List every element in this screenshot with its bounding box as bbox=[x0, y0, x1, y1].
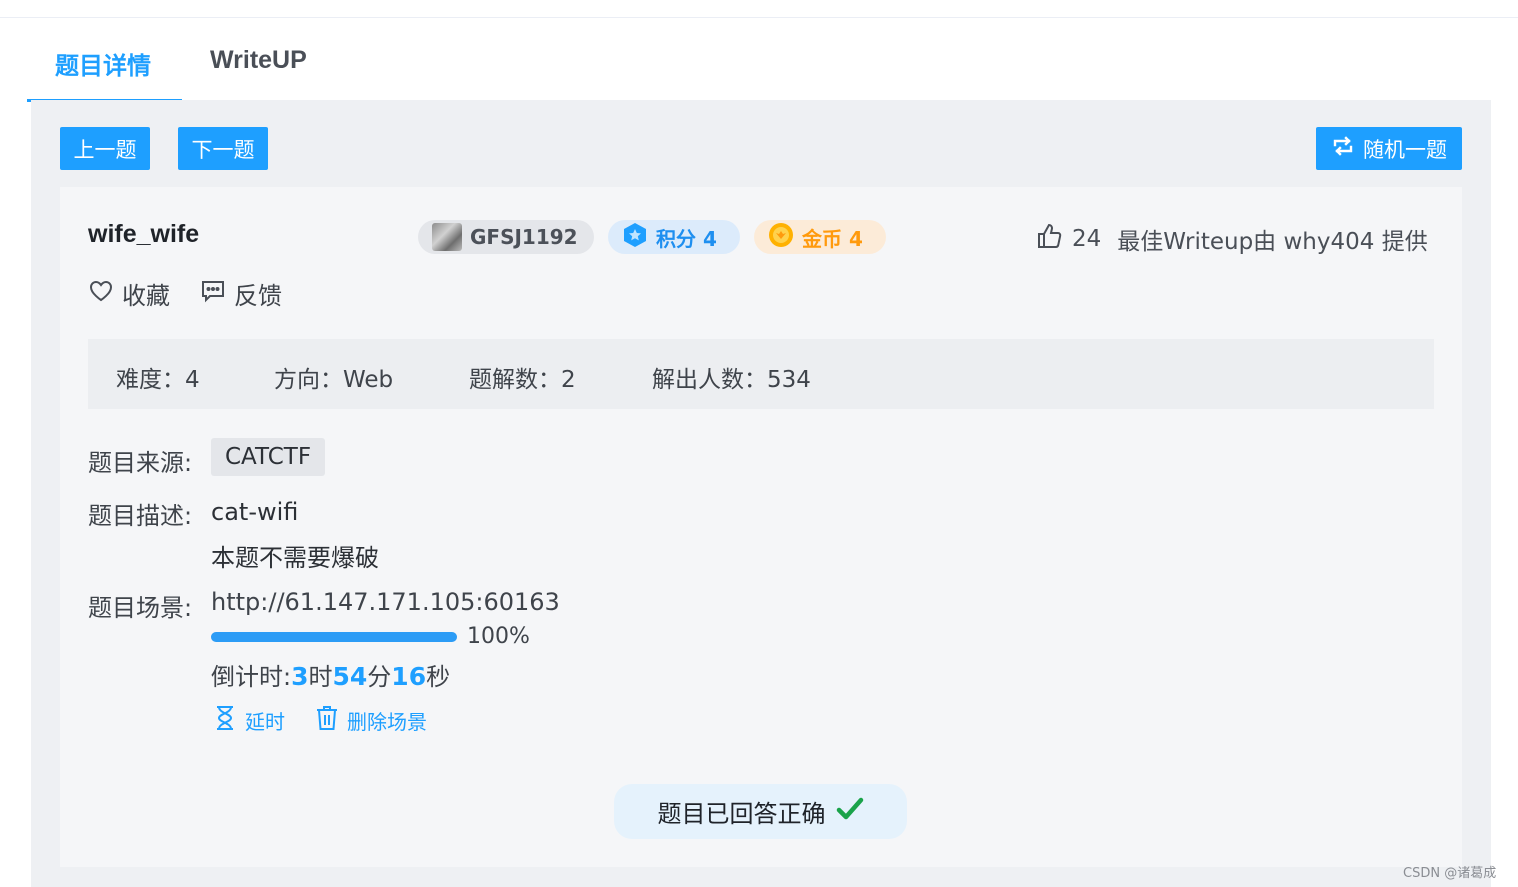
answered-status-label: 题目已回答正确 bbox=[657, 800, 826, 828]
scene-progress-text: 100% bbox=[467, 624, 530, 649]
next-challenge-label: 下一题 bbox=[191, 137, 255, 162]
scene-url[interactable]: http://61.147.171.105:60163 bbox=[211, 588, 560, 616]
watermark: CSDN @诸葛成 bbox=[1403, 866, 1497, 881]
description-line-2: 本题不需要爆破 bbox=[211, 544, 379, 572]
coin-label: 金币 4 bbox=[802, 226, 863, 251]
prev-challenge-label: 上一题 bbox=[73, 137, 137, 162]
writeups-stat: 题解数：2 bbox=[469, 367, 576, 393]
feedback-button[interactable]: 反馈 bbox=[200, 276, 282, 311]
score-label: 积分 4 bbox=[656, 226, 717, 251]
difficulty-stat: 难度：4 bbox=[116, 367, 200, 393]
hourglass-icon bbox=[213, 705, 237, 736]
tab-bar: 题目详情 WriteUP bbox=[27, 40, 1491, 102]
scene-progress-fill bbox=[211, 632, 457, 642]
source-label: 题目来源: bbox=[88, 449, 193, 477]
author-badge[interactable]: GFSJ1192 bbox=[418, 220, 594, 254]
trash-icon bbox=[315, 705, 339, 736]
feedback-label: 反馈 bbox=[234, 282, 282, 310]
like-count: 24 bbox=[1072, 226, 1102, 252]
countdown-seconds-unit: 秒 bbox=[426, 663, 451, 691]
checkmark-icon bbox=[836, 795, 864, 829]
description-line-1: cat-wifi bbox=[211, 498, 299, 526]
avatar bbox=[432, 223, 462, 251]
tab-details[interactable]: 题目详情 bbox=[55, 46, 151, 81]
scene-label: 题目场景: bbox=[88, 594, 193, 622]
challenge-title: wife_wife bbox=[88, 220, 200, 248]
prev-challenge-button[interactable]: 上一题 bbox=[60, 127, 150, 170]
extend-time-button[interactable]: 延时 bbox=[213, 705, 285, 736]
author-name: GFSJ1192 bbox=[470, 225, 578, 249]
countdown: 倒计时: 3 时 54 分 16 秒 bbox=[211, 657, 450, 692]
favorite-label: 收藏 bbox=[122, 282, 170, 310]
delete-scene-button[interactable]: 删除场景 bbox=[315, 705, 427, 736]
thumbs-up-icon[interactable] bbox=[1036, 223, 1062, 255]
countdown-prefix: 倒计时: bbox=[211, 663, 292, 691]
stats-bar: 难度：4 方向：Web 题解数：2 解出人数：534 bbox=[88, 339, 1434, 409]
coin-badge: 金币 4 bbox=[754, 220, 886, 254]
answered-status-badge: 题目已回答正确 bbox=[614, 784, 907, 839]
like-section: 24 最佳Writeup由 why404 提供 bbox=[1036, 222, 1428, 256]
score-badge: 积分 4 bbox=[608, 220, 740, 254]
tab-writeup[interactable]: WriteUP bbox=[210, 46, 307, 75]
next-challenge-button[interactable]: 下一题 bbox=[178, 127, 268, 170]
countdown-hours: 3 bbox=[291, 662, 309, 691]
repeat-icon bbox=[1331, 134, 1355, 163]
source-tag: CATCTF bbox=[211, 438, 326, 476]
heart-icon bbox=[88, 278, 114, 310]
random-challenge-button[interactable]: 随机一题 bbox=[1316, 127, 1462, 170]
card-actions: 收藏 反馈 bbox=[88, 276, 282, 311]
countdown-minutes: 54 bbox=[332, 662, 368, 691]
comment-icon bbox=[200, 278, 226, 310]
countdown-seconds: 16 bbox=[391, 662, 427, 691]
countdown-hours-unit: 时 bbox=[308, 663, 333, 691]
scene-progress-bar bbox=[211, 632, 457, 642]
top-divider bbox=[0, 17, 1518, 18]
direction-stat: 方向：Web bbox=[274, 367, 394, 393]
best-writeup-text[interactable]: 最佳Writeup由 why404 提供 bbox=[1117, 222, 1427, 256]
random-challenge-label: 随机一题 bbox=[1363, 137, 1447, 162]
coin-icon bbox=[768, 222, 794, 253]
delete-scene-label: 删除场景 bbox=[347, 710, 427, 734]
score-icon bbox=[622, 222, 648, 253]
extend-time-label: 延时 bbox=[245, 710, 285, 734]
scene-actions: 延时 删除场景 bbox=[213, 705, 427, 736]
description-label: 题目描述: bbox=[88, 502, 193, 530]
favorite-button[interactable]: 收藏 bbox=[88, 276, 170, 311]
solvers-stat: 解出人数：534 bbox=[652, 367, 811, 393]
countdown-minutes-unit: 分 bbox=[367, 663, 392, 691]
